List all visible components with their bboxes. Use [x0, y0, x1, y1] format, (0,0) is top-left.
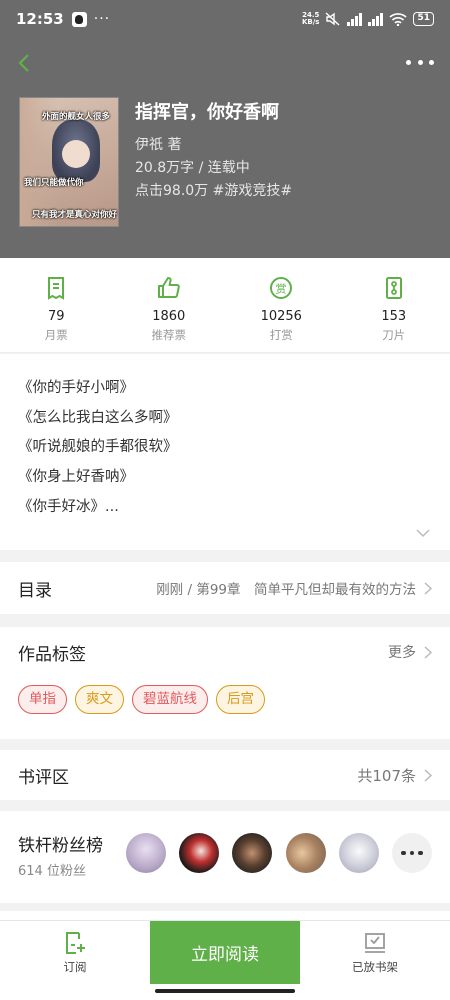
- book-author[interactable]: 伊祇 著: [135, 134, 181, 154]
- review-title: 书评区: [18, 767, 69, 788]
- fans-count: 614 位粉丝: [18, 864, 86, 879]
- stat-reward[interactable]: 赏 10256 打赏: [225, 258, 338, 352]
- mute-icon: [325, 12, 340, 26]
- book-intro[interactable]: 《你的手好小啊》 《怎么比我白这么多啊》 《听说舰娘的手都很软》 《你身上好香呐…: [0, 354, 450, 550]
- fan-avatar[interactable]: [179, 833, 219, 873]
- fan-avatar[interactable]: [232, 833, 272, 873]
- fan-avatar[interactable]: [339, 833, 379, 873]
- bottom-action-bar: 订阅 立即阅读 已放书架: [0, 920, 450, 984]
- book-word-count-status: 20.8万字 / 连载中: [135, 160, 250, 176]
- subscribe-label: 订阅: [63, 959, 87, 974]
- monthly-ticket-icon: [48, 277, 65, 300]
- added-to-shelf-button[interactable]: 已放书架: [300, 921, 450, 984]
- subscribe-icon: [66, 931, 85, 954]
- more-notifications-icon: ···: [93, 11, 111, 27]
- intro-line: 《你的手好小啊》: [18, 380, 134, 396]
- book-clicks-genre: 点击98.0万 #游戏竞技#: [135, 183, 293, 199]
- system-nav-bar: [0, 984, 450, 1000]
- qq-notification-icon: [71, 11, 87, 27]
- blade-icon: [385, 277, 402, 299]
- subscribe-button[interactable]: 订阅: [0, 921, 150, 984]
- tag-chip[interactable]: 爽文: [75, 685, 124, 714]
- status-time: 12:53: [16, 10, 64, 28]
- cover-caption: 我们只能做代你: [24, 178, 84, 188]
- thumbs-up-icon: [157, 277, 180, 298]
- stat-label: 刀片: [382, 328, 406, 342]
- toc-title: 目录: [18, 580, 52, 601]
- review-count: 共107条: [357, 766, 416, 785]
- read-now-button[interactable]: 立即阅读: [150, 921, 300, 984]
- svg-text:赏: 赏: [276, 283, 287, 296]
- stat-label: 月票: [44, 328, 68, 342]
- cover-caption: 外面的舰女人很多: [42, 112, 111, 122]
- book-review-row[interactable]: 书评区 共107条: [0, 750, 450, 800]
- tags-title: 作品标签: [18, 644, 86, 665]
- chevron-right-icon: [424, 581, 432, 595]
- more-options-button[interactable]: [406, 56, 434, 68]
- fans-more-button[interactable]: [392, 833, 432, 873]
- latest-chapter: 刚刚 / 第99章 简单平凡但却最有效的方法: [156, 582, 416, 598]
- tags-list: 单指 爽文 碧蓝航线 后宫: [0, 685, 450, 714]
- stat-recommend[interactable]: 1860 推荐票: [113, 258, 226, 352]
- stat-value: 10256: [260, 309, 302, 324]
- intro-line: 《怎么比我白这么多啊》: [18, 409, 178, 426]
- intro-line: 《你手好冰》...: [18, 498, 119, 515]
- stat-label: 打赏: [269, 328, 293, 342]
- back-arrow-icon[interactable]: [14, 52, 36, 74]
- tag-chip[interactable]: 碧蓝航线: [132, 685, 208, 714]
- signal-icon: [347, 12, 363, 26]
- stat-value: 153: [381, 309, 407, 324]
- stat-blade[interactable]: 153 刀片: [338, 258, 450, 352]
- intro-line: 《听说舰娘的手都很软》: [18, 439, 178, 456]
- book-header: 外面的舰女人很多 我们只能做代你 只有我才是真心对你好 指挥官，你好香啊 伊祇 …: [0, 38, 450, 258]
- chevron-down-icon[interactable]: [416, 528, 430, 538]
- tag-chip[interactable]: 单指: [18, 685, 67, 714]
- book-title: 指挥官，你好香啊: [135, 102, 279, 123]
- stat-value: 1860: [152, 309, 186, 324]
- table-of-contents-row[interactable]: 目录 刚刚 / 第99章 简单平凡但却最有效的方法: [0, 562, 450, 614]
- work-tags-section: 作品标签 更多 单指 爽文 碧蓝航线 后宫: [0, 627, 450, 739]
- status-bar: 12:53 ··· 24.5 KB/s 51: [0, 0, 450, 38]
- signal-2-icon: [368, 12, 384, 26]
- chevron-right-icon: [424, 768, 432, 782]
- reward-icon: 赏: [270, 277, 293, 299]
- shelf-label: 已放书架: [352, 959, 398, 974]
- shelf-check-icon: [365, 932, 385, 953]
- wifi-icon: [389, 13, 408, 26]
- more-label: 更多: [388, 645, 416, 661]
- home-gesture-bar[interactable]: [155, 989, 295, 993]
- intro-line: 《你身上好香呐》: [18, 469, 134, 486]
- tags-more-button[interactable]: 更多: [388, 642, 432, 662]
- fans-title: 铁杆粉丝榜: [18, 836, 103, 856]
- stats-bar: 79 月票 1860 推荐票 赏 10256 打赏 153 刀片: [0, 258, 450, 353]
- tag-chip[interactable]: 后宫: [216, 685, 265, 714]
- stat-value: 79: [47, 309, 65, 324]
- stat-monthly-ticket[interactable]: 79 月票: [0, 258, 113, 352]
- fan-avatar[interactable]: [286, 833, 326, 873]
- battery-icon: 51: [413, 12, 434, 26]
- chevron-right-icon: [424, 645, 432, 659]
- cover-caption: 只有我才是真心对你好: [32, 210, 118, 220]
- fans-ranking[interactable]: 铁杆粉丝榜 614 位粉丝: [0, 811, 450, 903]
- fan-avatar[interactable]: [126, 833, 166, 873]
- network-speed: 24.5 KB/s: [301, 11, 320, 26]
- stat-label: 推荐票: [151, 328, 187, 342]
- book-cover[interactable]: 外面的舰女人很多 我们只能做代你 只有我才是真心对你好: [19, 97, 119, 227]
